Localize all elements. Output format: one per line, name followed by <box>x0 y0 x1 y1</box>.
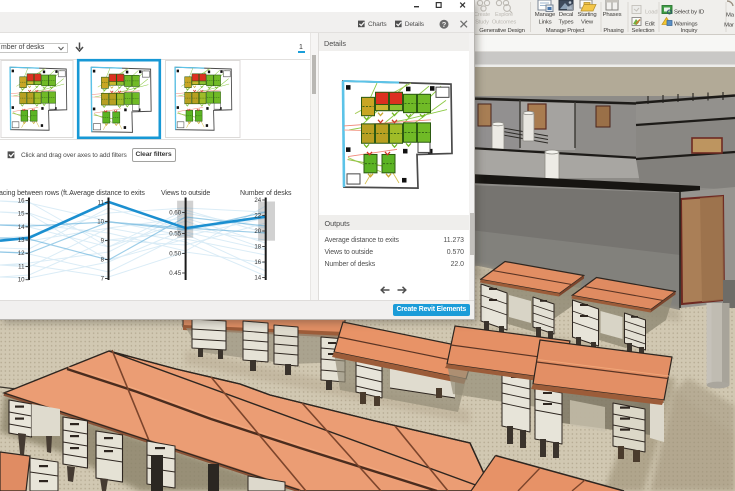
svg-text:Inquiry: Inquiry <box>681 28 698 34</box>
svg-text:15: 15 <box>18 211 25 218</box>
svg-text:Select by ID: Select by ID <box>674 10 704 16</box>
svg-text:14: 14 <box>254 274 261 281</box>
svg-text:10: 10 <box>97 218 104 225</box>
svg-text:Number of desks: Number of desks <box>240 190 292 197</box>
svg-text:Views to outside: Views to outside <box>161 190 210 197</box>
svg-text:11: 11 <box>18 263 25 270</box>
svg-text:0.55: 0.55 <box>169 230 181 237</box>
svg-text:20: 20 <box>254 228 261 235</box>
svg-text:11: 11 <box>98 199 105 206</box>
svg-text:0.50: 0.50 <box>169 250 181 257</box>
svg-text:Ma: Ma <box>726 13 735 19</box>
svg-text:Outcomes: Outcomes <box>492 20 517 26</box>
svg-text:Edit: Edit <box>645 22 655 28</box>
svg-text:Types: Types <box>559 20 574 26</box>
svg-text:12: 12 <box>18 250 25 257</box>
svg-text:16: 16 <box>254 259 261 266</box>
svg-text:Manage Project: Manage Project <box>546 28 585 34</box>
svg-text:Links: Links <box>538 20 551 26</box>
svg-text:Selection: Selection <box>632 28 655 34</box>
svg-text:24: 24 <box>254 197 261 204</box>
svg-text:Average distance to exits: Average distance to exits <box>69 190 145 197</box>
svg-text:Mar: Mar <box>724 23 734 29</box>
svg-text:acing between rows (ft...: acing between rows (ft... <box>0 190 73 197</box>
svg-text:0.60: 0.60 <box>169 209 181 216</box>
svg-text:View: View <box>581 20 594 26</box>
svg-text:0.45: 0.45 <box>169 270 181 277</box>
svg-text:14: 14 <box>18 224 25 231</box>
svg-text:10: 10 <box>18 277 25 284</box>
svg-text:13: 13 <box>18 237 25 244</box>
svg-text:Study: Study <box>475 20 489 26</box>
svg-text:18: 18 <box>254 243 261 250</box>
svg-text:Warnings: Warnings <box>674 22 698 28</box>
svg-text:Manage: Manage <box>535 12 556 18</box>
svg-text:Load: Load <box>645 10 658 16</box>
svg-text:Starting: Starting <box>577 12 596 18</box>
svg-text:Create: Create <box>474 12 490 18</box>
svg-text:22: 22 <box>254 212 261 219</box>
svg-text:Phasing: Phasing <box>603 28 623 34</box>
svg-text:16: 16 <box>18 197 25 204</box>
svg-text:Generative Design: Generative Design <box>479 28 524 34</box>
svg-text:Phases: Phases <box>603 12 622 18</box>
svg-text:Explore: Explore <box>495 12 513 18</box>
svg-text:?: ? <box>442 20 447 29</box>
svg-text:Decal: Decal <box>559 12 573 18</box>
